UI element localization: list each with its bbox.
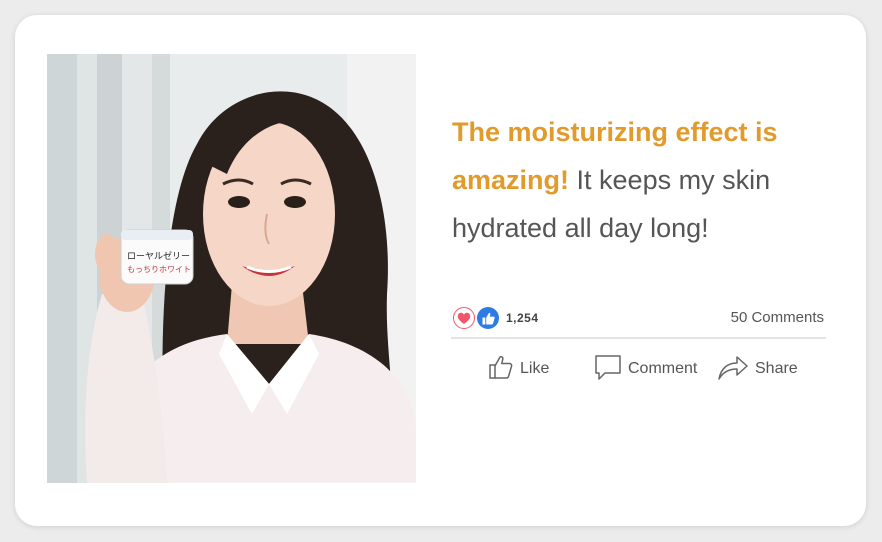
comments-count-link[interactable]: 50 Comments — [700, 309, 824, 326]
thumbs-up-icon — [477, 307, 499, 329]
share-button[interactable]: Share — [717, 352, 798, 386]
comment-label: Comment — [628, 360, 698, 377]
like-label: Like — [520, 360, 550, 377]
testimonial-quote: The moisturizing effect is amazing! It k… — [452, 108, 832, 252]
reaction-summary[interactable]: 1,254 — [453, 306, 539, 330]
svg-text:ローヤルゼリー: ローヤルゼリー — [127, 250, 190, 262]
thumbs-up-outline-icon — [488, 354, 514, 385]
reaction-count: 1,254 — [506, 311, 539, 325]
divider — [451, 337, 826, 339]
svg-text:もっちりホワイト: もっちりホワイト — [127, 265, 191, 274]
like-button[interactable]: Like — [488, 352, 549, 386]
share-label: Share — [755, 360, 798, 377]
share-arrow-icon — [717, 353, 749, 386]
post-photo: ローヤルゼリー もっちりホワイト — [47, 54, 416, 483]
comment-button[interactable]: Comment — [594, 352, 697, 386]
comment-bubble-icon — [594, 353, 622, 386]
heart-icon — [453, 307, 475, 329]
